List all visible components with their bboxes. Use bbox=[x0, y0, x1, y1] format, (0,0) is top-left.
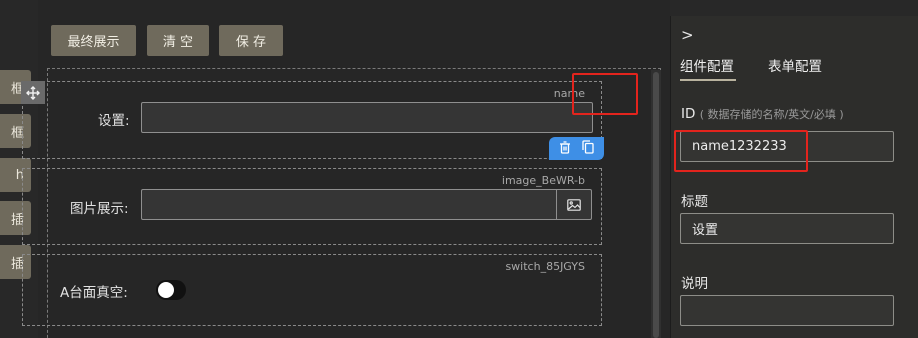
tab-form-config[interactable]: 表单配置 bbox=[768, 55, 822, 75]
save-button[interactable]: 保 存 bbox=[219, 25, 283, 56]
id-input[interactable]: name1232233 bbox=[680, 131, 894, 162]
collapse-chevron-icon[interactable]: > bbox=[681, 26, 694, 44]
scrollbar-thumb[interactable] bbox=[653, 72, 659, 338]
id-input-value: name1232233 bbox=[692, 139, 787, 154]
form-widget-switch[interactable]: switch_85JGYS A台面真空: bbox=[22, 254, 602, 326]
form-widget-image[interactable]: image_BeWR-b 图片展示: bbox=[22, 168, 602, 245]
id-hint: ( 数据存储的名称/英文/必填 ) bbox=[699, 108, 844, 121]
form-widget-input[interactable]: name 设置: bbox=[22, 81, 602, 159]
id-label: ID bbox=[681, 106, 696, 122]
widget-label: 设置: bbox=[98, 113, 130, 129]
id-field-label: ID ( 数据存储的名称/英文/必填 ) bbox=[681, 106, 844, 122]
widget-label: 图片展示: bbox=[70, 201, 129, 217]
widget-label: A台面真空: bbox=[60, 285, 128, 301]
description-label: 说明 bbox=[681, 276, 708, 292]
tab-component-config[interactable]: 组件配置 bbox=[680, 55, 734, 75]
title-input-value: 设置 bbox=[692, 223, 719, 238]
image-icon[interactable] bbox=[556, 189, 592, 220]
widget-actions bbox=[549, 137, 604, 160]
final-preview-button[interactable]: 最终展示 bbox=[51, 25, 136, 56]
widget-field-id: switch_85JGYS bbox=[505, 260, 585, 273]
description-input[interactable] bbox=[680, 295, 894, 326]
widget-field-id: image_BeWR-b bbox=[501, 174, 585, 187]
move-icon[interactable] bbox=[21, 81, 45, 104]
active-tab-indicator bbox=[680, 79, 736, 81]
copy-icon[interactable] bbox=[582, 139, 594, 158]
clear-button[interactable]: 清 空 bbox=[147, 25, 209, 56]
title-label: 标题 bbox=[681, 194, 708, 210]
trash-icon[interactable] bbox=[559, 139, 571, 158]
image-path-input[interactable] bbox=[141, 189, 557, 220]
title-input[interactable]: 设置 bbox=[680, 213, 894, 244]
toggle-switch[interactable] bbox=[156, 280, 186, 300]
text-input[interactable] bbox=[141, 102, 593, 133]
widget-field-id: name bbox=[553, 87, 585, 100]
